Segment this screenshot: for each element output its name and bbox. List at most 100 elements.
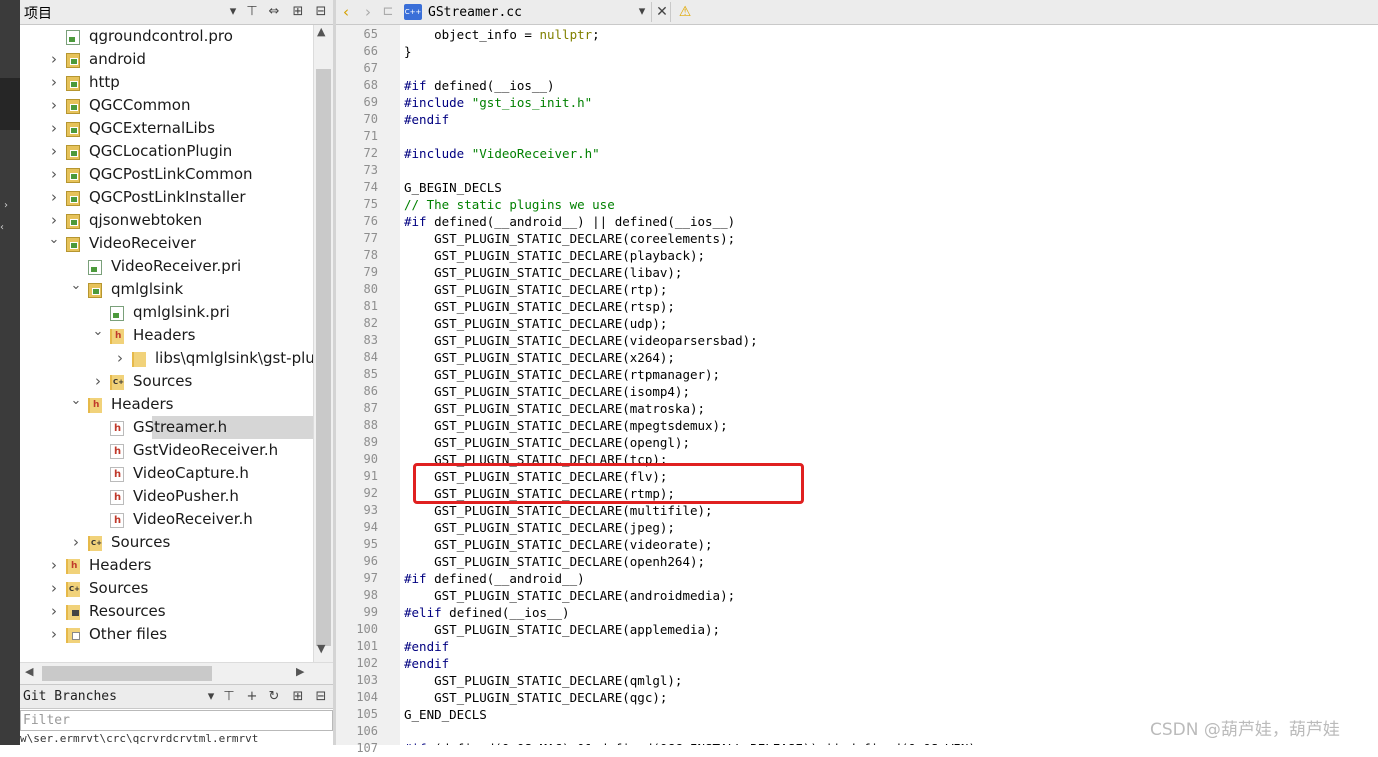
collapse-arrow-icon[interactable]: ⌄ bbox=[70, 274, 82, 297]
refresh-icon[interactable]: ↻ bbox=[266, 688, 282, 706]
code-line[interactable]: GST_PLUGIN_STATIC_DECLARE(opengl); bbox=[404, 434, 690, 451]
expand-arrow-icon[interactable]: › bbox=[48, 577, 60, 600]
close-panel-icon[interactable]: ⊟ bbox=[313, 3, 329, 21]
expand-arrow-icon[interactable]: › bbox=[48, 186, 60, 209]
code-line[interactable]: #if defined(__ios__) bbox=[404, 77, 555, 94]
tree-item[interactable]: › libs\qmlglsink\gst-plu bbox=[20, 347, 313, 370]
tree-item[interactable]: › QGCPostLinkInstaller bbox=[20, 186, 313, 209]
code-line[interactable]: GST_PLUGIN_STATIC_DECLARE(multifile); bbox=[404, 502, 712, 519]
code-line[interactable]: GST_PLUGIN_STATIC_DECLARE(jpeg); bbox=[404, 519, 675, 536]
tree-item[interactable]: › android bbox=[20, 48, 313, 71]
code-line[interactable]: } bbox=[404, 43, 412, 60]
code-line[interactable]: GST_PLUGIN_STATIC_DECLARE(matroska); bbox=[404, 400, 705, 417]
scroll-right-icon[interactable]: ▶ bbox=[296, 665, 304, 678]
expand-arrow-icon[interactable]: › bbox=[48, 94, 60, 117]
code-line[interactable]: #include "VideoReceiver.h" bbox=[404, 145, 600, 162]
tree-vertical-scrollbar[interactable]: ▲ ▼ bbox=[313, 25, 333, 662]
lock-icon[interactable]: ⊏ bbox=[380, 3, 396, 21]
code-line[interactable]: #endif bbox=[404, 111, 449, 128]
code-line[interactable]: GST_PLUGIN_STATIC_DECLARE(coreelements); bbox=[404, 230, 735, 247]
split-panel-icon[interactable]: ⊞ bbox=[290, 688, 306, 706]
expand-arrow-icon[interactable]: › bbox=[114, 347, 126, 370]
tree-item[interactable]: VideoPusher.h bbox=[20, 485, 313, 508]
scrollbar-thumb[interactable] bbox=[42, 666, 212, 681]
code-line[interactable]: #if (defined(Q_OS_MAC) && defined(QGC_IN… bbox=[404, 740, 976, 745]
tree-item[interactable]: GstVideoReceiver.h bbox=[20, 439, 313, 462]
scroll-up-icon[interactable]: ▲ bbox=[317, 25, 325, 38]
collapse-arrow-icon[interactable]: ⌄ bbox=[70, 389, 82, 412]
filter-icon[interactable]: ⊤ bbox=[244, 3, 260, 21]
code-line[interactable]: #if defined(__android__) bbox=[404, 570, 585, 587]
expand-arrow-icon[interactable]: › bbox=[70, 531, 82, 554]
link-with-editor-icon[interactable]: ⇔ bbox=[266, 3, 282, 21]
collapse-arrow-icon[interactable]: ⌄ bbox=[92, 320, 104, 343]
code-editor[interactable]: object_info = nullptr;} #if defined(__ios… bbox=[400, 25, 1378, 745]
expand-arrow-icon[interactable]: › bbox=[48, 48, 60, 71]
code-line[interactable]: GST_PLUGIN_STATIC_DECLARE(androidmedia); bbox=[404, 587, 735, 604]
navigate-forward-icon[interactable]: › bbox=[360, 3, 376, 21]
code-line[interactable]: G_BEGIN_DECLS bbox=[404, 179, 502, 196]
open-file-name[interactable]: GStreamer.cc bbox=[428, 5, 522, 20]
tree-item[interactable]: VideoReceiver.h bbox=[20, 508, 313, 531]
navigate-back-icon[interactable]: ‹ bbox=[338, 3, 354, 21]
tree-item[interactable]: ⌄Headers bbox=[20, 324, 313, 347]
add-branch-icon[interactable]: + bbox=[244, 688, 260, 706]
expand-arrow-icon[interactable]: › bbox=[48, 117, 60, 140]
code-line[interactable]: #endif bbox=[404, 638, 449, 655]
tree-item[interactable]: › QGCPostLinkCommon bbox=[20, 163, 313, 186]
code-line[interactable]: GST_PLUGIN_STATIC_DECLARE(videorate); bbox=[404, 536, 712, 553]
expand-arrow-icon[interactable]: › bbox=[48, 554, 60, 577]
tree-item[interactable]: › Headers bbox=[20, 554, 313, 577]
scroll-down-icon[interactable]: ▼ bbox=[317, 642, 325, 655]
filter-icon[interactable]: ⊤ bbox=[221, 688, 237, 706]
collapse-arrow-icon[interactable]: ⌄ bbox=[48, 228, 60, 251]
close-file-icon[interactable]: ✕ bbox=[654, 3, 670, 21]
tree-item[interactable]: › QGCExternalLibs bbox=[20, 117, 313, 140]
git-filter-input[interactable]: Filter bbox=[20, 710, 333, 731]
split-panel-icon[interactable]: ⊞ bbox=[290, 3, 306, 21]
close-panel-icon[interactable]: ⊟ bbox=[313, 688, 329, 706]
expand-arrow-icon[interactable]: › bbox=[48, 600, 60, 623]
code-line[interactable]: // The static plugins we use bbox=[404, 196, 615, 213]
expand-arrow-icon[interactable]: › bbox=[48, 623, 60, 646]
code-line[interactable]: #elif defined(__ios__) bbox=[404, 604, 570, 621]
code-line[interactable]: GST_PLUGIN_STATIC_DECLARE(rtsp); bbox=[404, 298, 675, 315]
code-line[interactable]: #if defined(__android__) || defined(__io… bbox=[404, 213, 735, 230]
warning-icon[interactable]: ⚠ bbox=[677, 3, 693, 21]
code-line[interactable]: GST_PLUGIN_STATIC_DECLARE(rtpmanager); bbox=[404, 366, 720, 383]
tree-item[interactable]: › qjsonwebtoken bbox=[20, 209, 313, 232]
code-line[interactable]: GST_PLUGIN_STATIC_DECLARE(qmlgl); bbox=[404, 672, 682, 689]
code-line[interactable]: GST_PLUGIN_STATIC_DECLARE(rtp); bbox=[404, 281, 667, 298]
tree-item[interactable]: › Sources bbox=[20, 577, 313, 600]
tree-item[interactable]: GStreamer.h bbox=[110, 416, 313, 439]
code-line[interactable]: GST_PLUGIN_STATIC_DECLARE(x264); bbox=[404, 349, 675, 366]
expand-arrow-icon[interactable]: › bbox=[92, 370, 104, 393]
expand-arrow-icon[interactable]: › bbox=[48, 140, 60, 163]
code-line[interactable]: GST_PLUGIN_STATIC_DECLARE(isomp4); bbox=[404, 383, 690, 400]
tree-item[interactable]: › QGCLocationPlugin bbox=[20, 140, 313, 163]
expand-arrow-icon[interactable]: › bbox=[48, 71, 60, 94]
code-line[interactable]: GST_PLUGIN_STATIC_DECLARE(applemedia); bbox=[404, 621, 720, 638]
tree-item[interactable]: › Sources bbox=[20, 370, 313, 393]
tree-item[interactable]: › QGCCommon bbox=[20, 94, 313, 117]
code-line[interactable]: GST_PLUGIN_STATIC_DECLARE(qgc); bbox=[404, 689, 667, 706]
expand-arrow-icon[interactable]: › bbox=[48, 163, 60, 186]
code-line[interactable]: GST_PLUGIN_STATIC_DECLARE(openh264); bbox=[404, 553, 705, 570]
code-line[interactable]: GST_PLUGIN_STATIC_DECLARE(mpegtsdemux); bbox=[404, 417, 728, 434]
code-line[interactable]: #include "gst_ios_init.h" bbox=[404, 94, 592, 111]
code-line[interactable]: #endif bbox=[404, 655, 449, 672]
code-line[interactable]: GST_PLUGIN_STATIC_DECLARE(videoparsersba… bbox=[404, 332, 758, 349]
tree-item[interactable]: ⌄ qmlglsink bbox=[20, 278, 313, 301]
panel-dropdown-icon[interactable]: ▾ bbox=[225, 3, 241, 21]
tree-item[interactable]: qgroundcontrol.pro bbox=[20, 25, 313, 48]
file-dropdown-icon[interactable]: ▾ bbox=[634, 3, 650, 21]
mode-collapse-arrow-icon[interactable]: ‹ bbox=[0, 222, 4, 233]
scrollbar-thumb[interactable] bbox=[316, 69, 331, 646]
tree-item[interactable]: ⌄Headers bbox=[20, 393, 313, 416]
tree-item[interactable]: › http bbox=[20, 71, 313, 94]
code-line[interactable]: GST_PLUGIN_STATIC_DECLARE(udp); bbox=[404, 315, 667, 332]
tree-item[interactable]: › Other files bbox=[20, 623, 313, 646]
tree-horizontal-scrollbar[interactable]: ◀ ▶ bbox=[20, 662, 333, 684]
code-line[interactable]: GST_PLUGIN_STATIC_DECLARE(playback); bbox=[404, 247, 705, 264]
tree-item[interactable]: VideoCapture.h bbox=[20, 462, 313, 485]
